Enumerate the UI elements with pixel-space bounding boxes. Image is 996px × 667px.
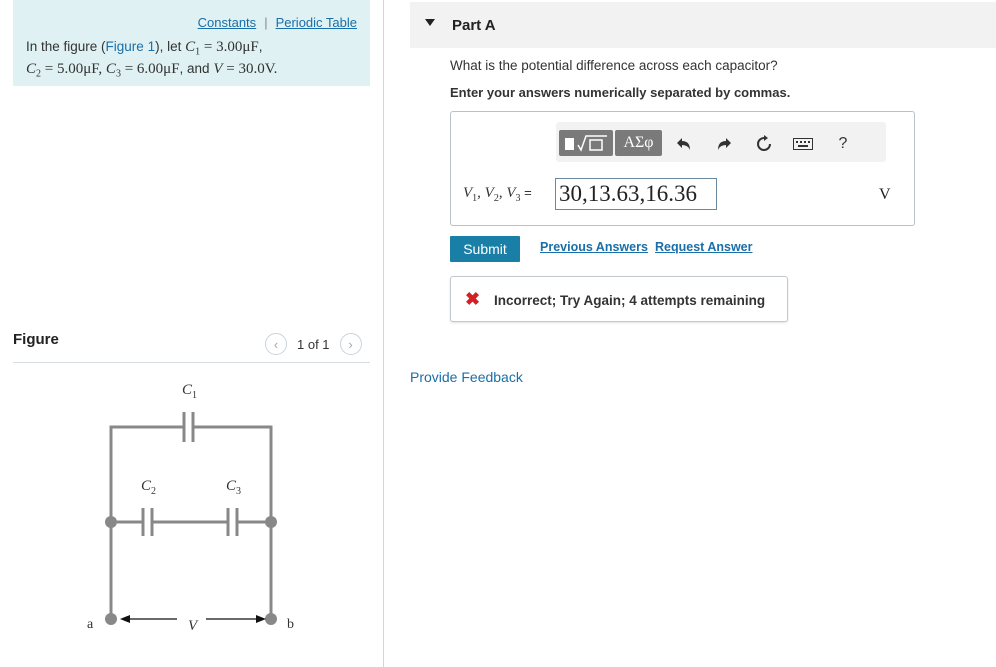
- links-separator: |: [264, 15, 268, 30]
- figure-1-link[interactable]: Figure 1: [106, 39, 156, 54]
- templates-glyph: [565, 135, 607, 152]
- label-v2: V: [484, 185, 494, 201]
- redo-icon[interactable]: [714, 134, 734, 154]
- pager-text: 1 of 1: [297, 336, 330, 352]
- problem-statement: In the figure (Figure 1), let C1 = 3.00μ…: [26, 39, 277, 82]
- circuit-diagram: C1 C2 C3 V a b: [87, 382, 294, 634]
- label-a: a: [87, 617, 94, 632]
- label-c3: C3: [226, 478, 241, 497]
- answer-label: V1, V2, V3 =: [463, 185, 532, 204]
- part-title: Part A: [452, 17, 496, 34]
- x-icon: ✖: [465, 289, 481, 309]
- arrow-left-icon: [120, 615, 130, 623]
- label-b: b: [287, 617, 294, 632]
- math-toolbar: ΑΣφ ?: [556, 122, 886, 162]
- terminal-b: [265, 613, 277, 625]
- node-right: [265, 516, 277, 528]
- problem-line-2: C2 = 5.00μF, C3 = 6.00μF, and V = 30.0V.: [26, 61, 277, 83]
- c1-symbol: C: [185, 39, 196, 55]
- answer-input[interactable]: 30,13.63,16.36: [555, 178, 717, 210]
- circuit-nodes: [105, 516, 277, 625]
- label-v3: V: [506, 185, 516, 201]
- c2-value: = 5.00μF,: [41, 60, 106, 77]
- node-left: [105, 516, 117, 528]
- problem-intro-box: Constants | Periodic Table In the figure (…: [13, 0, 370, 86]
- problem-text: , and: [179, 60, 214, 76]
- constants-link[interactable]: Constants: [198, 15, 257, 30]
- caret-down-icon[interactable]: [425, 19, 435, 26]
- top-links: Constants | Periodic Table: [198, 15, 357, 30]
- feedback-text: Incorrect; Try Again; 4 attempts remaini…: [494, 293, 766, 308]
- terminal-a: [105, 613, 117, 625]
- help-icon[interactable]: ?: [833, 134, 853, 154]
- c1-value: = 3.00μF: [200, 39, 259, 55]
- answer-unit: V: [879, 186, 891, 203]
- chevron-left-icon[interactable]: ‹: [265, 333, 287, 355]
- instruction-text: Enter your answers numerically separated…: [450, 85, 791, 100]
- previous-answers-link[interactable]: Previous Answers: [540, 240, 648, 254]
- label-v: V: [188, 618, 199, 634]
- c2-symbol: C: [26, 60, 37, 77]
- figure-divider: [13, 362, 370, 363]
- label-v1: V: [463, 185, 473, 201]
- arrow-right-icon: [256, 615, 266, 623]
- c3-value: = 6.00μF: [120, 60, 180, 77]
- request-answer-link[interactable]: Request Answer: [655, 240, 752, 254]
- left-panel: Constants | Periodic Table In the figure (…: [0, 0, 384, 667]
- feedback-box: ✖ Incorrect; Try Again; 4 attempts remai…: [450, 276, 788, 322]
- v-value: = 30.0V.: [222, 60, 278, 77]
- label-equals: =: [520, 185, 532, 200]
- provide-feedback-link[interactable]: Provide Feedback: [410, 369, 523, 385]
- question-text: What is the potential difference across …: [450, 58, 778, 73]
- circuit-wires: [109, 412, 273, 619]
- figure-pager: ‹ 1 of 1 ›: [265, 333, 362, 355]
- answer-box: ΑΣφ ? V1, V2, V3 = 30,13.63,16.36 V: [450, 111, 915, 226]
- problem-line-1: In the figure (Figure 1), let C1 = 3.00μ…: [26, 39, 277, 61]
- periodic-table-link[interactable]: Periodic Table: [276, 15, 357, 30]
- problem-text: ), let: [155, 39, 186, 54]
- chevron-right-icon[interactable]: ›: [339, 333, 362, 355]
- submit-button[interactable]: Submit: [450, 236, 520, 262]
- figure-title: Figure: [13, 331, 59, 348]
- label-c1: C1: [182, 382, 197, 401]
- undo-icon[interactable]: [674, 134, 694, 154]
- c3-symbol: C: [105, 60, 116, 77]
- greek-letters-icon[interactable]: ΑΣφ: [615, 130, 662, 156]
- problem-text: In the figure (: [26, 39, 106, 54]
- templates-icon[interactable]: [559, 130, 613, 156]
- keyboard-icon[interactable]: [792, 134, 814, 154]
- part-a-header[interactable]: Part A: [410, 2, 996, 48]
- reset-icon[interactable]: [754, 134, 774, 154]
- problem-text: ,: [258, 39, 263, 54]
- label-c2: C2: [141, 478, 156, 497]
